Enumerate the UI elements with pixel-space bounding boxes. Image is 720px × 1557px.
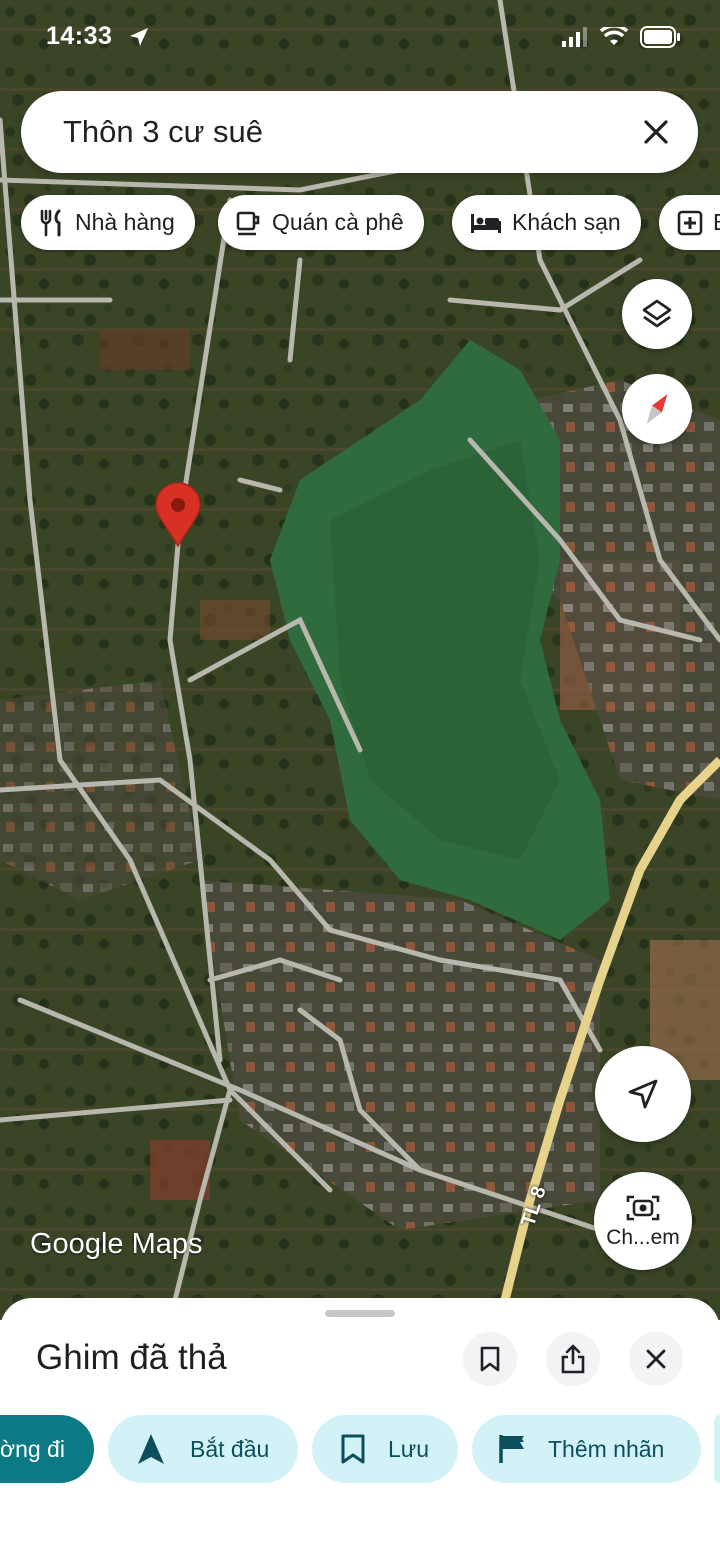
navigation-arrow-icon [138, 1434, 164, 1464]
add-label-button[interactable]: Thêm nhãn [472, 1415, 701, 1483]
more-actions-edge[interactable] [714, 1415, 720, 1483]
hospital-plus-icon [677, 210, 703, 235]
camera-search-label: Ch...em [606, 1226, 680, 1249]
wifi-icon [600, 27, 628, 45]
directions-button[interactable]: ờng đi [0, 1415, 94, 1483]
battery-icon [640, 26, 680, 48]
bookmark-icon [341, 1434, 365, 1464]
search-bar[interactable]: Thôn 3 cư suê [21, 91, 698, 173]
coffee-cup-icon [236, 211, 260, 235]
camera-icon [626, 1195, 660, 1221]
flag-icon [499, 1435, 524, 1463]
chip-more[interactable]: B [659, 195, 720, 250]
sheet-drag-handle[interactable] [325, 1310, 395, 1317]
compass-icon [646, 394, 668, 424]
camera-search-button[interactable]: Ch...em [594, 1172, 692, 1270]
layers-button[interactable] [622, 279, 692, 349]
action-buttons: ờng đi Bắt đầu Lưu Thêm nhãn [0, 1415, 720, 1483]
chip-hotels[interactable]: Khách sạn [452, 195, 641, 250]
start-button[interactable]: Bắt đầu [108, 1415, 298, 1483]
my-location-button[interactable] [595, 1046, 691, 1142]
close-sheet-button[interactable] [629, 1332, 683, 1386]
share-icon [561, 1344, 585, 1374]
category-chips: Nhà hàng Quán cà phê Khách sạn B [21, 195, 720, 250]
google-maps-logo: Google Maps [30, 1228, 203, 1260]
sheet-title: Ghim đã thả [36, 1338, 227, 1377]
status-time: 14:33 [46, 22, 113, 50]
bottom-sheet[interactable]: Ghim đã thả ờng đi Bắt đầu Lưu Thêm nhãn [0, 1298, 720, 1557]
save-button[interactable]: Lưu [312, 1415, 458, 1483]
share-button[interactable] [546, 1332, 600, 1386]
chip-restaurants[interactable]: Nhà hàng [21, 195, 195, 250]
compass-button[interactable] [622, 374, 692, 444]
fork-knife-icon [40, 209, 61, 236]
save-icon-button[interactable] [463, 1332, 517, 1386]
signal-icon [562, 27, 587, 47]
layers-icon [642, 299, 672, 328]
close-icon[interactable] [640, 116, 672, 148]
close-icon [646, 1349, 666, 1369]
navigation-arrow-icon [628, 1079, 658, 1109]
status-icons [562, 26, 680, 48]
location-arrow-icon [130, 28, 148, 46]
bed-icon [471, 213, 501, 233]
chip-coffee[interactable]: Quán cà phê [218, 195, 424, 250]
bookmark-icon [480, 1346, 500, 1372]
search-query[interactable]: Thôn 3 cư suê [63, 114, 263, 150]
